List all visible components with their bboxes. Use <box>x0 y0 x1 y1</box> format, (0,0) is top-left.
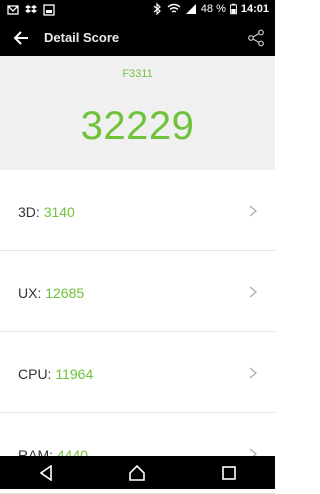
total-score: 32229 <box>80 104 195 148</box>
score-list: 3D: 3140 UX: 12685 CPU: 11964 RAM: 4440 <box>0 170 275 494</box>
nav-back-button[interactable] <box>26 458 66 488</box>
score-label: 3D: <box>18 204 40 220</box>
share-button[interactable] <box>247 29 265 47</box>
system-icons: 48 % 14:01 <box>151 3 269 15</box>
score-value: 12685 <box>45 285 85 301</box>
image-icon <box>43 4 55 16</box>
mail-icon <box>7 5 19 15</box>
nav-recents-icon <box>222 465 236 480</box>
navigation-bar <box>0 456 275 489</box>
clock: 14:01 <box>240 3 269 15</box>
nav-back-icon <box>39 464 52 481</box>
battery-icon <box>229 3 237 15</box>
bluetooth-icon <box>153 3 161 15</box>
score-value: 11964 <box>55 366 94 382</box>
wifi-icon <box>167 3 181 13</box>
chevron-right-icon <box>249 205 257 217</box>
device-model: F3311 <box>122 68 153 80</box>
nav-recents-button[interactable] <box>209 458 249 488</box>
chevron-right-icon <box>249 367 257 379</box>
share-icon <box>248 29 264 47</box>
app-bar: Detail Score <box>0 20 275 56</box>
status-bar: 48 % 14:01 <box>0 0 275 20</box>
score-summary: F3311 32229 <box>0 56 275 170</box>
nav-home-button[interactable] <box>117 458 157 488</box>
arrow-back-icon <box>13 31 28 45</box>
score-row-cpu[interactable]: CPU: 11964 <box>0 332 275 413</box>
battery-percent: 48 % <box>200 3 226 15</box>
page-title: Detail Score <box>44 30 120 45</box>
nav-home-icon <box>129 464 146 481</box>
score-row-3d[interactable]: 3D: 3140 <box>0 170 275 251</box>
score-label: CPU: <box>18 366 52 382</box>
score-label: UX: <box>18 285 42 301</box>
back-button[interactable] <box>10 27 32 49</box>
chevron-right-icon <box>249 286 257 298</box>
notification-icons <box>7 4 55 16</box>
signal-icon <box>185 4 196 14</box>
score-row-ux[interactable]: UX: 12685 <box>0 251 275 332</box>
dropbox-icon <box>25 5 37 13</box>
score-value: 3140 <box>43 204 75 220</box>
